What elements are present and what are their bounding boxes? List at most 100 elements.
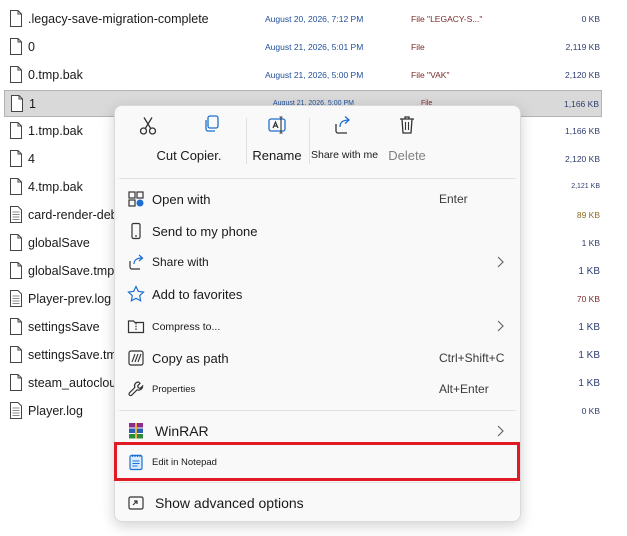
add-favorites-label: Add to favorites (152, 287, 243, 302)
share-button[interactable]: Share with me (311, 114, 379, 170)
cut-copy-label: Cut Copier. (156, 148, 222, 163)
copy-path-icon (128, 350, 144, 366)
file-date: August 21, 2026, 5:00 PM (265, 70, 364, 80)
file-row[interactable]: 0.tmp.bak August 21, 2026, 5:00 PM File … (4, 62, 602, 89)
file-date: August 20, 2026, 7:12 PM (265, 14, 364, 24)
file-icon (10, 38, 22, 55)
file-name: .legacy-save-migration-complete (28, 12, 209, 26)
file-type: File "VAK" (411, 70, 450, 80)
winrar-label: WinRAR (155, 423, 209, 439)
file-name: globalSave.tmp. (28, 264, 118, 278)
share-with-label: Share with (152, 255, 209, 269)
copy-path-shortcut: Ctrl+Shift+C (439, 351, 505, 365)
file-name: globalSave (28, 236, 90, 250)
phone-icon (131, 222, 141, 240)
file-icon (10, 122, 22, 139)
quick-action-bar: Cut Copier. Rename Share with me Delete (115, 106, 520, 171)
file-size: 1 KB (581, 238, 600, 248)
properties-label: Properties (152, 384, 196, 395)
copy-icon (205, 115, 219, 132)
menu-item-advanced-options[interactable]: Show advanced options (119, 488, 516, 518)
file-name: 4 (28, 152, 35, 166)
delete-label: Delete (388, 148, 426, 163)
file-size: 1,166 KB (564, 99, 599, 109)
file-icon (10, 66, 22, 83)
compress-label: Compress to... (152, 321, 221, 333)
file-size: 1 KB (578, 322, 600, 333)
menu-item-add-favorites[interactable]: Add to favorites (119, 279, 516, 309)
send-to-phone-label: Send to my phone (152, 224, 258, 239)
winrar-icon (129, 423, 143, 439)
file-icon (10, 318, 22, 335)
copy-path-label: Copy as path (152, 351, 229, 366)
file-icon (10, 234, 22, 251)
share-icon (335, 116, 350, 134)
file-name: Player.log (28, 404, 83, 418)
wrench-icon (128, 381, 144, 397)
menu-item-send-to-phone[interactable]: Send to my phone (119, 216, 516, 246)
menu-item-open-with[interactable]: Open with Enter (119, 184, 516, 214)
text-file-icon (10, 206, 22, 223)
open-with-label: Open with (152, 192, 211, 207)
file-size: 2,120 KB (565, 70, 600, 80)
file-size: 2,119 KB (565, 42, 600, 52)
quick-bar-separator (246, 118, 247, 164)
file-date: August 21, 2026, 5:01 PM (265, 42, 364, 52)
file-name: Player-prev.log (28, 292, 112, 306)
properties-shortcut: Alt+Enter (439, 382, 489, 396)
file-icon (10, 346, 22, 363)
file-type: File "LEGACY-S..." (411, 14, 483, 24)
file-name: 0.tmp.bak (28, 68, 83, 82)
file-icon (10, 150, 22, 167)
file-size: 1 KB (578, 378, 600, 389)
rename-label: Rename (252, 148, 302, 163)
file-name: steam_autoclou (28, 376, 117, 390)
file-size: 70 KB (576, 294, 600, 304)
scissors-icon (139, 117, 157, 135)
rename-icon (268, 116, 286, 134)
file-size: 0 KB (581, 406, 600, 416)
file-name: 0 (28, 40, 35, 54)
share-label: Share with me (311, 149, 379, 161)
file-name: 1 (29, 97, 36, 111)
chevron-right-icon (497, 425, 504, 437)
rename-button[interactable]: Rename (252, 114, 302, 170)
menu-item-properties[interactable]: Properties Alt+Enter (119, 374, 516, 404)
delete-button[interactable]: Delete (382, 114, 432, 170)
file-name: card-render-deb (28, 208, 118, 222)
file-name: 1.tmp.bak (28, 124, 83, 138)
share-icon (129, 254, 144, 270)
open-with-shortcut: Enter (439, 192, 468, 206)
menu-item-compress[interactable]: Compress to... (119, 311, 516, 341)
file-type: File (411, 42, 425, 52)
file-icon (11, 95, 23, 112)
trash-icon (400, 116, 414, 134)
menu-separator (119, 178, 516, 179)
file-name: settingsSave.tmp (28, 348, 124, 362)
file-size: 1 KB (578, 266, 600, 277)
chevron-right-icon (497, 256, 504, 268)
cut-copy-button[interactable]: Cut Copier. (139, 114, 239, 170)
chevron-right-icon (497, 320, 504, 332)
file-row[interactable]: .legacy-save-migration-complete August 2… (4, 6, 602, 33)
file-size: 1,166 KB (565, 126, 600, 136)
zip-folder-icon (127, 320, 145, 334)
file-icon (10, 374, 22, 391)
file-name: settingsSave (28, 320, 100, 334)
file-row[interactable]: 0 August 21, 2026, 5:01 PM File 2,119 KB (4, 34, 602, 61)
menu-item-share-with[interactable]: Share with (119, 247, 516, 277)
open-with-icon (128, 191, 144, 207)
menu-separator (119, 410, 516, 411)
file-icon (10, 10, 22, 27)
file-size: 2,121 KB (571, 183, 600, 190)
star-icon (127, 285, 145, 302)
file-size: 1 KB (578, 350, 600, 361)
text-file-icon (10, 290, 22, 307)
file-name: 4.tmp.bak (28, 180, 83, 194)
menu-separator (119, 482, 516, 483)
file-size: 0 KB (581, 14, 600, 24)
advanced-options-icon (128, 496, 144, 510)
advanced-options-label: Show advanced options (155, 495, 304, 511)
quick-bar-separator (309, 118, 310, 164)
menu-item-copy-path[interactable]: Copy as path Ctrl+Shift+C (119, 343, 516, 373)
